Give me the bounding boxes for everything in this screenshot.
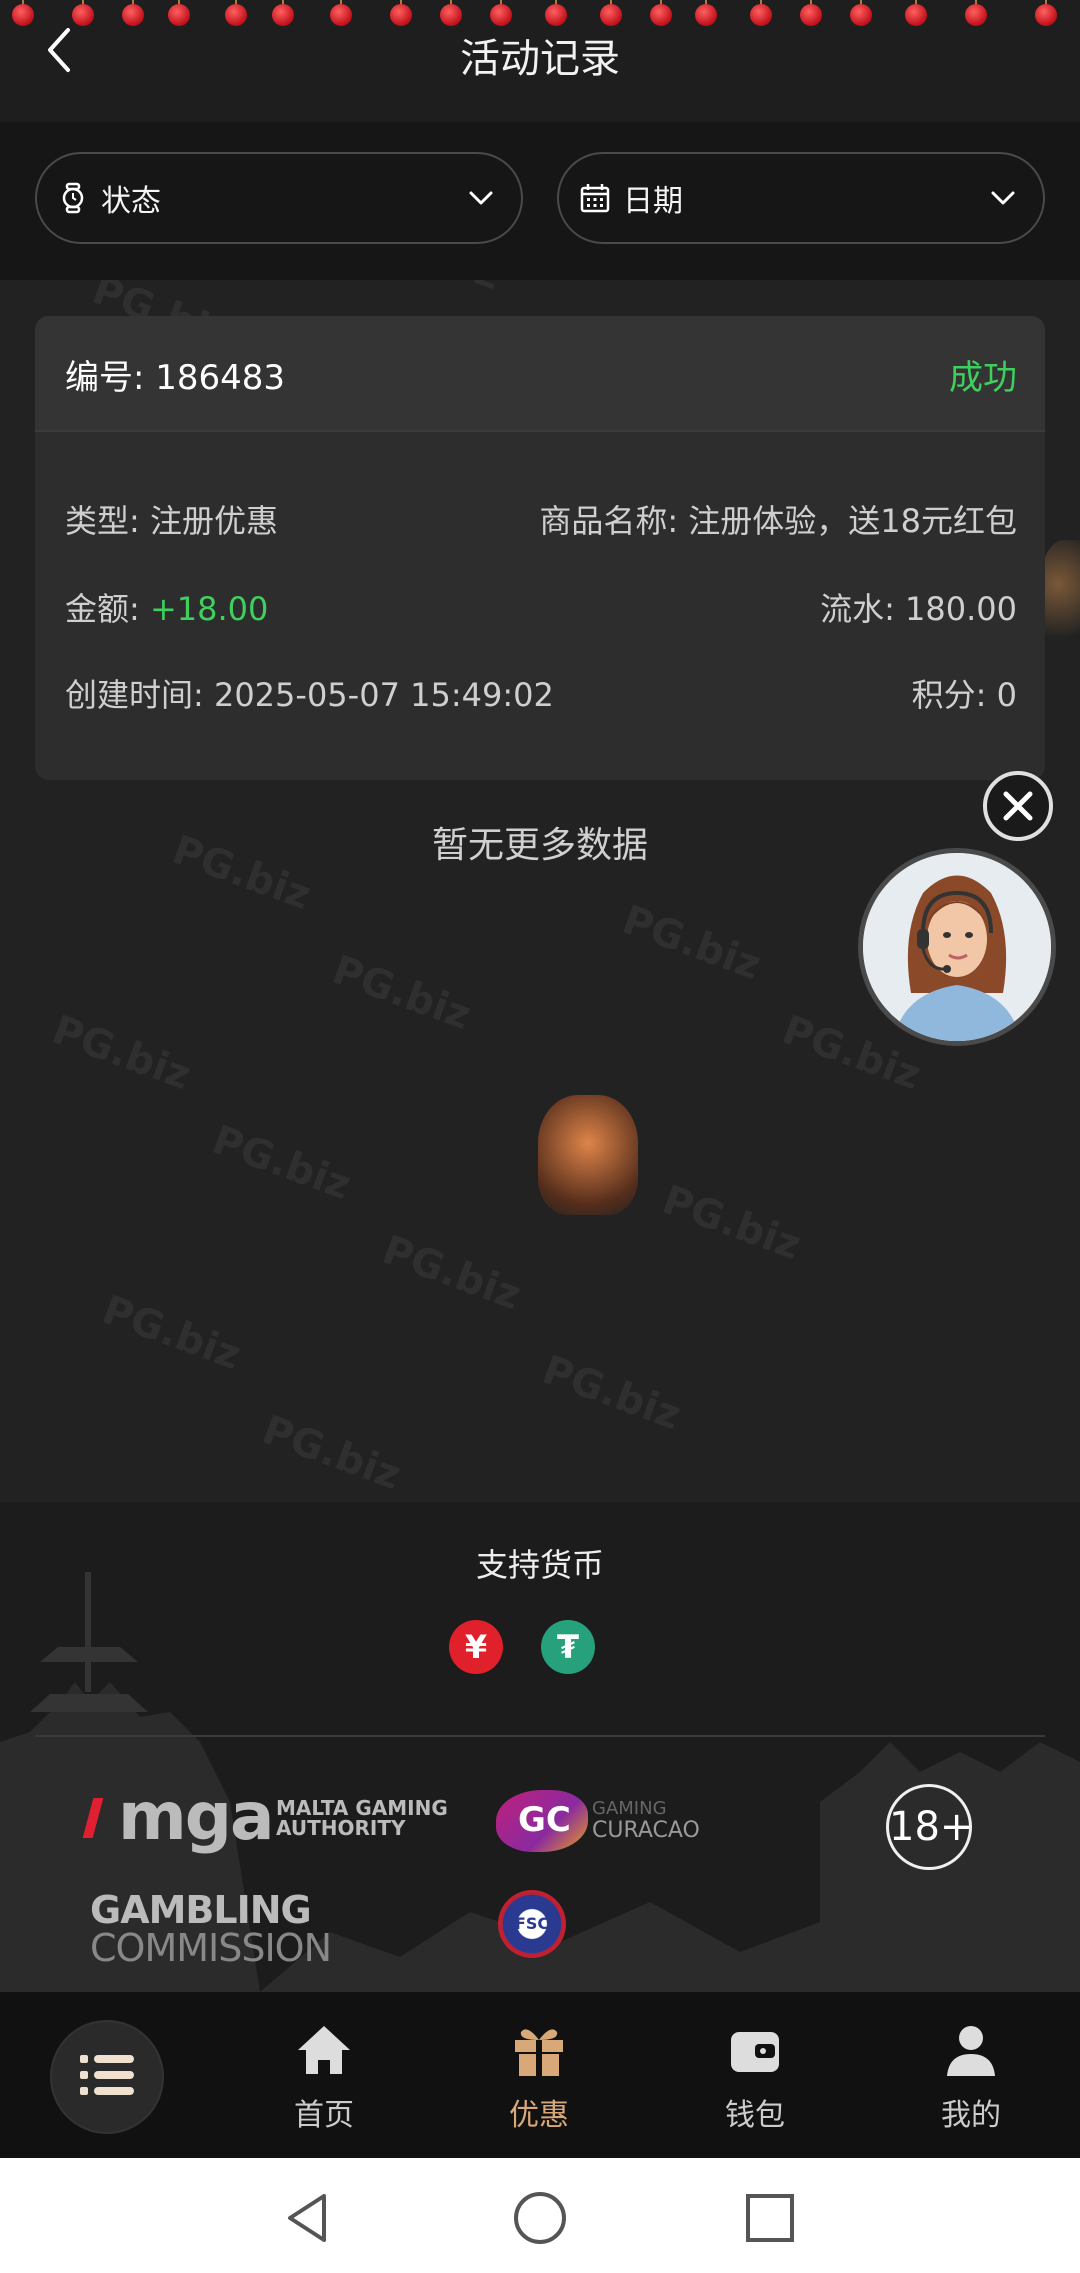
amount-value: +18.00 xyxy=(149,590,269,628)
gc-subtext: CURACAO xyxy=(592,1818,700,1843)
watermark: PG.biz xyxy=(326,946,477,1040)
watermark: PG.biz xyxy=(256,1406,407,1500)
cny-currency-icon: ¥ xyxy=(449,1620,503,1674)
nav-item-promotions[interactable]: 优惠 xyxy=(464,1992,614,2158)
record-turnover: 流水: 180.00 xyxy=(820,590,1017,628)
mga-logo: mga MALTA GAMING AUTHORITY xyxy=(82,1778,448,1864)
nav-item-wallet[interactable]: 钱包 xyxy=(680,1992,830,2158)
customer-service-avatar[interactable] xyxy=(858,848,1056,1046)
watermark: PG.biz xyxy=(46,1006,197,1100)
watermark: PG.biz xyxy=(96,1286,247,1380)
site-footer: 支持货币 ¥ ₮ mga MALTA GAMING AUTHORITY GC G… xyxy=(0,1502,1080,1992)
nav-label: 钱包 xyxy=(725,2098,785,2133)
supported-currency-title: 支持货币 xyxy=(475,1546,604,1584)
usdt-currency-icon: ₮ xyxy=(541,1620,595,1674)
gambling-commission-logo: GAMBLING COMMISSION xyxy=(90,1882,390,1982)
user-icon xyxy=(947,2026,995,2076)
system-home-icon[interactable] xyxy=(512,2190,568,2246)
close-icon xyxy=(983,771,1053,841)
watermark: PG.biz xyxy=(616,896,767,990)
record-card-header: 编号: 186483 成功 xyxy=(35,316,1045,432)
age-restriction-badge: 18+ xyxy=(886,1784,973,1870)
sky-lantern-image xyxy=(1040,540,1080,650)
nav-item-home[interactable]: 首页 xyxy=(249,1992,399,2158)
page-title: 活动记录 xyxy=(460,36,620,82)
chevron-down-icon xyxy=(469,191,493,205)
nav-label: 我的 xyxy=(941,2098,1001,2133)
gc-text: GC xyxy=(518,1800,571,1840)
app-header: 活动记录 xyxy=(0,0,1080,122)
watch-icon xyxy=(62,182,84,214)
gc-subtext: GAMING xyxy=(592,1798,667,1819)
status-filter-label: 状态 xyxy=(101,184,161,219)
amount-label: 金额: xyxy=(65,590,150,628)
sky-lantern-image xyxy=(538,1095,638,1215)
watermark: PG.biz xyxy=(376,1226,527,1320)
record-created-time: 创建时间: 2025-05-07 15:49:02 xyxy=(65,676,554,714)
system-back-icon[interactable] xyxy=(282,2190,338,2246)
support-agent-icon xyxy=(863,853,1051,1041)
system-recents-icon[interactable] xyxy=(742,2190,798,2246)
system-navigation-bar xyxy=(0,2158,1080,2273)
watermark: PG.biz xyxy=(536,1346,687,1440)
activity-record-card[interactable]: 编号: 186483 成功 类型: 注册优惠 商品名称: 注册体验，送18元红包… xyxy=(35,316,1045,780)
nav-label: 优惠 xyxy=(509,2098,569,2133)
record-product-name: 商品名称: 注册体验，送18元红包 xyxy=(539,502,1017,540)
watermark: PG.biz xyxy=(656,1176,807,1270)
chevron-down-icon xyxy=(991,191,1015,205)
record-type: 类型: 注册优惠 xyxy=(65,502,278,540)
mga-subtext: AUTHORITY xyxy=(276,1816,406,1840)
nav-label: 首页 xyxy=(294,2098,354,2133)
record-points: 积分: 0 xyxy=(911,676,1017,714)
record-amount: 金额: +18.00 xyxy=(65,584,268,630)
bottom-navigation: 首页 优惠 钱包 我的 xyxy=(0,1992,1080,2158)
gaming-curacao-logo: GC GAMING CURACAO xyxy=(496,1784,716,1864)
menu-button[interactable] xyxy=(50,2020,164,2134)
watermark: PG.biz xyxy=(206,1116,357,1210)
calendar-icon xyxy=(580,184,610,213)
filter-bar: 状态 日期 xyxy=(0,122,1080,280)
record-id: 编号: 186483 xyxy=(65,358,286,398)
gambling-commission-text: COMMISSION xyxy=(90,1926,332,1970)
wallet-icon xyxy=(731,2032,779,2072)
status-badge: 成功 xyxy=(949,358,1017,398)
nav-item-profile[interactable]: 我的 xyxy=(896,1992,1046,2158)
list-menu-icon xyxy=(80,2055,134,2095)
close-support-button[interactable] xyxy=(982,770,1054,842)
home-icon xyxy=(298,2026,350,2074)
date-filter-label: 日期 xyxy=(623,184,683,219)
gift-icon xyxy=(515,2029,563,2076)
date-filter-dropdown[interactable]: 日期 xyxy=(557,152,1045,244)
mga-text: mga xyxy=(118,1778,275,1855)
fsc-seal-logo: FSC xyxy=(498,1890,566,1958)
footer-divider xyxy=(35,1735,1045,1737)
status-filter-dropdown[interactable]: 状态 xyxy=(35,152,523,244)
